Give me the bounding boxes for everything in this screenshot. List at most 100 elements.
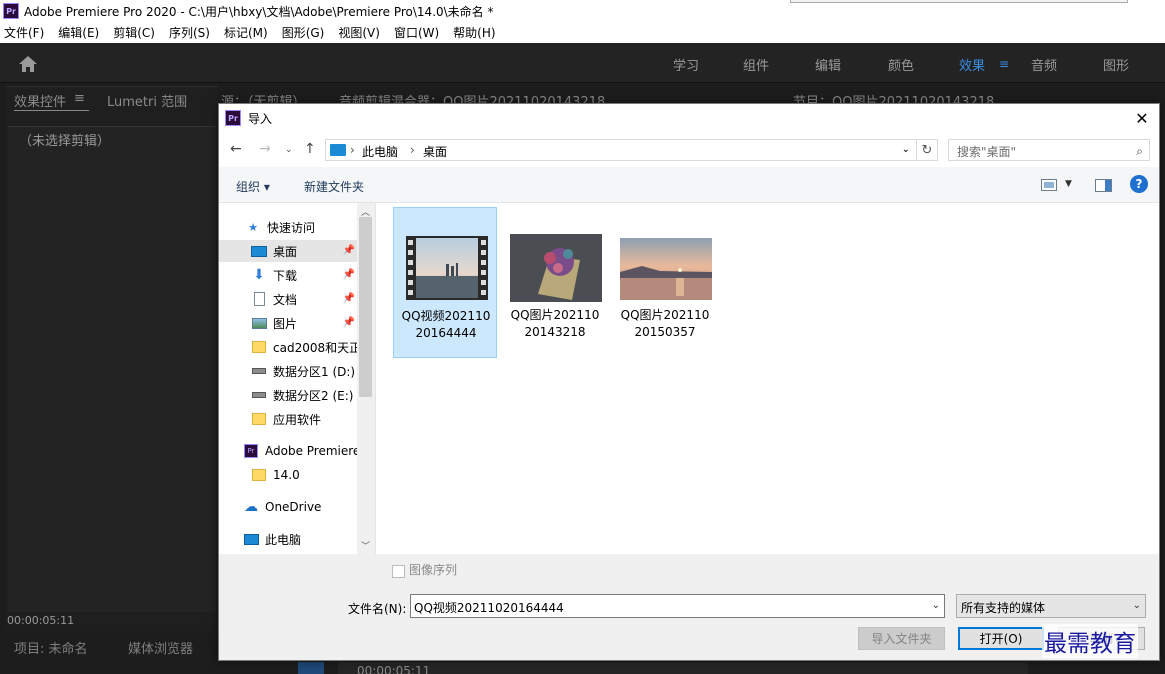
nav-item-label: 数据分区1 (D:) — [273, 364, 356, 379]
scroll-down-chevron-icon[interactable]: ﹀ — [361, 539, 370, 552]
navigation-scrollbar[interactable]: ︿ ﹀ — [357, 203, 374, 554]
pin-icon: 📌 — [342, 269, 355, 280]
refresh-icon[interactable]: ↻ — [916, 139, 938, 161]
nav-item-adobe-premiere[interactable]: Pr Adobe Premiere — [219, 440, 357, 462]
drive-icon — [251, 388, 267, 402]
flowers-thumbnail — [510, 234, 602, 302]
drive-icon — [251, 364, 267, 378]
nav-item-drive-e[interactable]: 数据分区2 (E:) — [219, 384, 357, 406]
nav-item-pictures[interactable]: 图片 📌 — [219, 312, 357, 334]
chevron-down-icon[interactable]: ⌄ — [1133, 600, 1141, 611]
view-dropdown-icon[interactable]: ▼ — [1065, 179, 1072, 189]
menu-marker[interactable]: 标记(M) — [224, 24, 268, 41]
organize-menu[interactable]: 组织 ▾ — [236, 178, 270, 195]
nav-item-this-pc[interactable]: 此电脑 — [219, 528, 357, 550]
nav-item-14-folder[interactable]: 14.0 — [219, 464, 357, 486]
dialog-titlebar: Pr 导入 ✕ — [219, 104, 1159, 133]
chevron-down-icon[interactable]: ⌄ — [932, 600, 940, 611]
image-sequence-label: 图像序列 — [409, 563, 458, 577]
dialog-title: 导入 — [248, 112, 273, 126]
workspace-tab-editing[interactable]: 编辑 — [815, 55, 841, 74]
nav-item-label: 文档 — [273, 292, 298, 307]
premiere-icon: Pr — [243, 444, 259, 458]
scrollbar-thumb[interactable] — [359, 217, 372, 397]
pin-icon: 📌 — [342, 293, 355, 304]
help-icon[interactable]: ? — [1130, 175, 1148, 193]
nav-item-cad-folder[interactable]: cad2008和天正 — [219, 336, 357, 358]
nav-item-label: cad2008和天正 — [273, 340, 357, 355]
tab-media-browser[interactable]: 媒体浏览器 — [128, 638, 193, 657]
workspace-tab-learn[interactable]: 学习 — [673, 55, 699, 74]
open-button[interactable]: 打开(O) — [958, 627, 1044, 650]
navigation-pane: ★ 快速访问 桌面 📌 ⬇ 下载 📌 文档 📌 图片 📌 cad2008和天正 — [219, 203, 374, 554]
breadcrumb-this-pc[interactable]: 此电脑 — [362, 143, 398, 160]
workspace-tab-graphics[interactable]: 图形 — [1103, 55, 1129, 74]
breadcrumb-separator-icon[interactable]: › — [410, 143, 415, 157]
file-item-image-flowers[interactable]: QQ图片20211020143218 — [503, 207, 607, 358]
folder-icon — [251, 468, 267, 482]
preview-pane-icon[interactable] — [1095, 179, 1112, 192]
close-icon[interactable]: ✕ — [1125, 104, 1159, 133]
view-options-icon[interactable] — [1041, 179, 1057, 191]
tab-lumetri-scopes[interactable]: Lumetri 范围 — [107, 91, 187, 110]
effect-controls-content — [8, 126, 216, 612]
new-folder-button[interactable]: 新建文件夹 — [304, 178, 364, 195]
tab-project[interactable]: 项目: 未命名 — [14, 638, 88, 657]
menu-clip[interactable]: 剪辑(C) — [113, 24, 155, 41]
nav-item-apps-folder[interactable]: 应用软件 — [219, 408, 357, 430]
forward-arrow-icon[interactable]: → — [259, 141, 271, 157]
nav-item-downloads[interactable]: ⬇ 下载 📌 — [219, 264, 357, 286]
folder-icon — [251, 340, 267, 354]
file-name: QQ图片20211020143218 — [510, 308, 600, 339]
computer-icon — [330, 144, 346, 156]
file-item-image-sunset[interactable]: QQ图片20211020150357 — [613, 207, 717, 358]
import-folder-button[interactable]: 导入文件夹 — [858, 627, 945, 650]
workspace-tab-assembly[interactable]: 组件 — [743, 55, 769, 74]
nav-item-label: OneDrive — [265, 500, 322, 514]
breadcrumb-desktop[interactable]: 桌面 — [423, 143, 447, 160]
filename-field[interactable]: QQ视频20211020164444 ⌄ — [410, 594, 945, 618]
tab-effect-controls[interactable]: 效果控件 — [14, 91, 66, 110]
panel-menu-icon[interactable]: ≡ — [74, 91, 85, 106]
video-thumbnail — [406, 236, 488, 300]
file-item-video[interactable]: QQ视频20211020164444 — [393, 207, 497, 358]
workspace-tab-audio[interactable]: 音频 — [1031, 55, 1057, 74]
workspace-menu-icon[interactable]: ≡ — [999, 57, 1009, 71]
workspace-tab-effects[interactable]: 效果 — [959, 55, 985, 74]
menu-bar: 文件(F) 编辑(E) 剪辑(C) 序列(S) 标记(M) 图形(G) 视图(V… — [0, 22, 1165, 43]
address-bar[interactable]: › 此电脑 › 桌面 ⌄ — [325, 139, 917, 161]
menu-view[interactable]: 视图(V) — [338, 24, 380, 41]
nav-item-label: 下载 — [273, 268, 298, 283]
file-type-select[interactable]: 所有支持的媒体 ⌄ — [956, 594, 1146, 618]
dialog-bottom-area: 图像序列 文件名(N): QQ视频20211020164444 ⌄ 所有支持的媒… — [219, 554, 1159, 660]
file-list-pane: QQ视频20211020164444 QQ图片20211020143218 QQ… — [375, 203, 1159, 554]
menu-edit[interactable]: 编辑(E) — [58, 24, 99, 41]
nav-item-documents[interactable]: 文档 📌 — [219, 288, 357, 310]
home-icon[interactable] — [18, 55, 38, 73]
effect-controls-timecode: 00:00:05:11 — [7, 614, 75, 627]
up-arrow-icon[interactable]: ↑ — [304, 141, 316, 157]
import-dialog: Pr 导入 ✕ ← → ⌄ ↑ › 此电脑 › 桌面 ⌄ ↻ 搜索"桌面" ⌕ … — [218, 103, 1160, 661]
nav-item-label: 快速访问 — [267, 220, 316, 235]
nav-item-onedrive[interactable]: ☁ OneDrive — [219, 496, 357, 518]
breadcrumb-separator-icon[interactable]: › — [350, 143, 355, 157]
menu-window[interactable]: 窗口(W) — [394, 24, 439, 41]
menu-file[interactable]: 文件(F) — [4, 24, 44, 41]
premiere-logo-icon: Pr — [3, 3, 19, 19]
image-sequence-checkbox[interactable] — [392, 565, 405, 578]
nav-item-drive-d[interactable]: 数据分区1 (D:) — [219, 360, 357, 382]
timeline-timecode: 00:00:05:11 — [357, 664, 431, 674]
menu-sequence[interactable]: 序列(S) — [169, 24, 210, 41]
address-dropdown-chevron-icon[interactable]: ⌄ — [902, 144, 910, 155]
search-input[interactable]: 搜索"桌面" ⌕ — [948, 139, 1150, 161]
search-placeholder: 搜索"桌面" — [957, 145, 1017, 159]
filename-value: QQ视频20211020164444 — [414, 601, 564, 615]
menu-help[interactable]: 帮助(H) — [453, 24, 495, 41]
nav-item-quick-access[interactable]: ★ 快速访问 — [219, 216, 357, 238]
menu-graphics[interactable]: 图形(G) — [282, 24, 325, 41]
nav-item-desktop[interactable]: 桌面 📌 — [219, 240, 357, 262]
workspace-bar: 学习 组件 编辑 颜色 效果 ≡ 音频 图形 — [0, 43, 1165, 83]
recent-locations-chevron-icon[interactable]: ⌄ — [285, 145, 293, 155]
back-arrow-icon[interactable]: ← — [230, 141, 242, 157]
workspace-tab-color[interactable]: 颜色 — [888, 55, 914, 74]
